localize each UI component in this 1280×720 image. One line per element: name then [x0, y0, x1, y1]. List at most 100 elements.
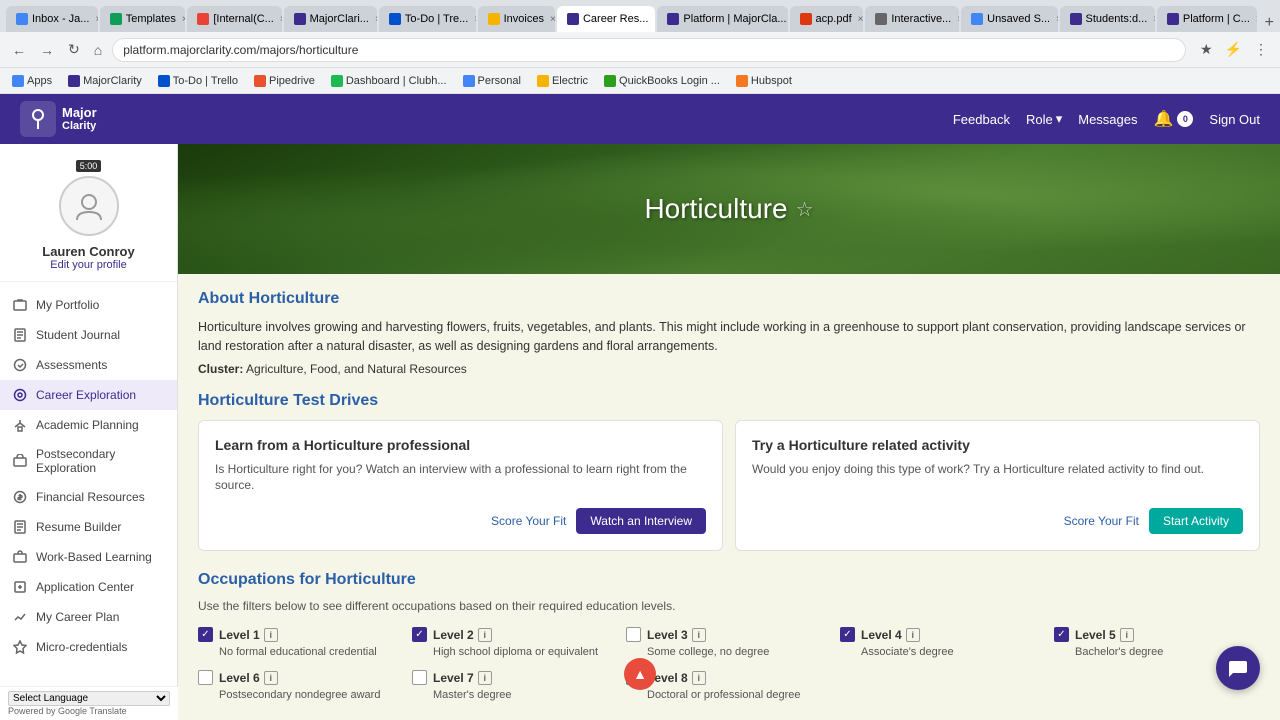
portfolio-icon [12, 297, 28, 313]
new-tab-btn[interactable]: + [1259, 14, 1280, 32]
tab-interactive[interactable]: Interactive... × [865, 6, 959, 32]
sidebar-item-career-exploration[interactable]: Career Exploration [0, 380, 177, 410]
tab-invoices[interactable]: Invoices × [478, 6, 555, 32]
notifications-bell[interactable]: 🔔 0 [1153, 109, 1193, 129]
resume-icon [12, 519, 28, 535]
bookmark-majorclarity[interactable]: MajorClarity [64, 73, 146, 89]
level-3-desc: Some college, no degree [626, 646, 832, 658]
tab-acp[interactable]: acp.pdf × [790, 6, 864, 32]
tab-unsaved[interactable]: Unsaved S... × [961, 6, 1057, 32]
favorite-star-icon[interactable]: ☆ [796, 197, 814, 222]
level-2-check-row: ✓ Level 2 i [412, 627, 618, 642]
level-6-label: Level 6 i [219, 671, 278, 685]
level-5-label: Level 5 i [1075, 628, 1134, 642]
cluster-info: Cluster: Agriculture, Food, and Natural … [198, 362, 1260, 376]
scroll-to-top-button[interactable]: ▲ [624, 658, 656, 690]
role-dropdown[interactable]: Role ▾ [1026, 111, 1062, 127]
bookmark-electric[interactable]: Electric [533, 73, 592, 89]
level-7-info[interactable]: i [478, 671, 492, 685]
sidebar-item-journal[interactable]: Student Journal [0, 320, 177, 350]
sidebar-item-career-plan[interactable]: My Career Plan [0, 602, 177, 632]
sidebar-item-micro[interactable]: Micro-credentials [0, 632, 177, 662]
level-1-checkbox[interactable]: ✓ [198, 627, 213, 642]
tab-students[interactable]: Students:d... × [1060, 6, 1155, 32]
level-8-info[interactable]: i [692, 671, 706, 685]
level-4-checkbox[interactable]: ✓ [840, 627, 855, 642]
sidebar-label-postsecondary: Postsecondary Exploration [36, 447, 165, 475]
sidebar-label-resume: Resume Builder [36, 520, 121, 534]
tab-majorclarity[interactable]: MajorClari... × [284, 6, 377, 32]
level-4-check-row: ✓ Level 4 i [840, 627, 1046, 642]
level-3-checkbox[interactable] [626, 627, 641, 642]
interview-score-link[interactable]: Score Your Fit [491, 514, 566, 528]
sidebar-item-resume[interactable]: Resume Builder [0, 512, 177, 542]
bookmark-quickbooks[interactable]: QuickBooks Login ... [600, 73, 724, 89]
level-7-check-row: Level 7 i [412, 670, 618, 685]
level-5-info[interactable]: i [1120, 628, 1134, 642]
levels-grid-row1: ✓ Level 1 i No formal educational creden… [198, 627, 1260, 658]
back-button[interactable]: ← [8, 40, 30, 60]
level-3-info[interactable]: i [692, 628, 706, 642]
test-drives-grid: Learn from a Horticulture professional I… [198, 420, 1260, 552]
level-5-checkbox[interactable]: ✓ [1054, 627, 1069, 642]
sidebar-item-academic-planning[interactable]: Academic Planning [0, 410, 177, 440]
interview-card-actions: Score Your Fit Watch an Interview [215, 508, 706, 534]
activity-card-title: Try a Horticulture related activity [752, 437, 1243, 453]
bookmark-btn[interactable]: ★ [1196, 39, 1217, 60]
bookmark-pipedrive[interactable]: Pipedrive [250, 73, 319, 89]
sidebar-item-portfolio[interactable]: My Portfolio [0, 290, 177, 320]
occupations-section: Occupations for Horticulture Use the fil… [198, 571, 1260, 701]
level-4-item: ✓ Level 4 i Associate's degree [840, 627, 1046, 658]
level-6-info[interactable]: i [264, 671, 278, 685]
level-2-info[interactable]: i [478, 628, 492, 642]
level-1-item: ✓ Level 1 i No formal educational creden… [198, 627, 404, 658]
bookmark-dashboard[interactable]: Dashboard | Clubh... [327, 73, 451, 89]
bookmark-hubspot[interactable]: Hubspot [732, 73, 796, 89]
about-description: Horticulture involves growing and harves… [198, 318, 1260, 356]
level-1-info[interactable]: i [264, 628, 278, 642]
tab-platform2[interactable]: Platform | C... × [1157, 6, 1257, 32]
extensions-btn[interactable]: ⚡ [1221, 39, 1246, 60]
level-2-checkbox[interactable]: ✓ [412, 627, 427, 642]
level-4-info[interactable]: i [906, 628, 920, 642]
forward-button[interactable]: → [36, 40, 58, 60]
tab-career-res[interactable]: Career Res... × [557, 6, 655, 32]
sidebar-item-financial[interactable]: Financial Resources [0, 482, 177, 512]
level-7-checkbox[interactable] [412, 670, 427, 685]
app-logo: Major Clarity [20, 101, 97, 137]
tab-templates[interactable]: Templates × [100, 6, 186, 32]
sidebar-item-work[interactable]: Work-Based Learning [0, 542, 177, 572]
level-6-checkbox[interactable] [198, 670, 213, 685]
hero-title-container: Horticulture ☆ [644, 193, 813, 225]
tab-inbox[interactable]: Inbox - Ja... × [6, 6, 98, 32]
user-name: Lauren Conroy [42, 244, 134, 259]
watch-interview-button[interactable]: Watch an Interview [576, 508, 706, 534]
reload-button[interactable]: ↻ [64, 39, 84, 60]
sidebar-item-postsecondary[interactable]: Postsecondary Exploration [0, 440, 177, 482]
bookmark-todo[interactable]: To-Do | Trello [154, 73, 242, 89]
sign-out-link[interactable]: Sign Out [1209, 112, 1260, 127]
menu-btn[interactable]: ⋮ [1250, 39, 1272, 60]
sidebar-item-assessments[interactable]: Assessments [0, 350, 177, 380]
content-body: About Horticulture Horticulture involves… [178, 274, 1280, 717]
language-select[interactable]: Select Language [8, 691, 170, 706]
content-area: Horticulture ☆ About Horticulture Hortic… [178, 144, 1280, 720]
bookmark-apps[interactable]: Apps [8, 73, 56, 89]
tab-todo[interactable]: To-Do | Tre... × [379, 6, 476, 32]
start-activity-button[interactable]: Start Activity [1149, 508, 1243, 534]
bookmark-personal[interactable]: Personal [459, 73, 525, 89]
edit-profile-link[interactable]: Edit your profile [50, 259, 126, 271]
activity-score-link[interactable]: Score Your Fit [1064, 514, 1139, 528]
level-4-label: Level 4 i [861, 628, 920, 642]
level-3-check-row: Level 3 i [626, 627, 832, 642]
feedback-link[interactable]: Feedback [953, 112, 1010, 127]
tab-internal[interactable]: [Internal(C... × [187, 6, 281, 32]
messages-link[interactable]: Messages [1078, 112, 1137, 127]
micro-icon [12, 639, 28, 655]
hero-banner: Horticulture ☆ [178, 144, 1280, 274]
sidebar-item-application[interactable]: Application Center [0, 572, 177, 602]
address-bar[interactable] [112, 38, 1186, 62]
tab-platform[interactable]: Platform | MajorCla... × [657, 6, 787, 32]
chat-fab-button[interactable] [1216, 646, 1260, 690]
home-button[interactable]: ⌂ [90, 40, 106, 60]
